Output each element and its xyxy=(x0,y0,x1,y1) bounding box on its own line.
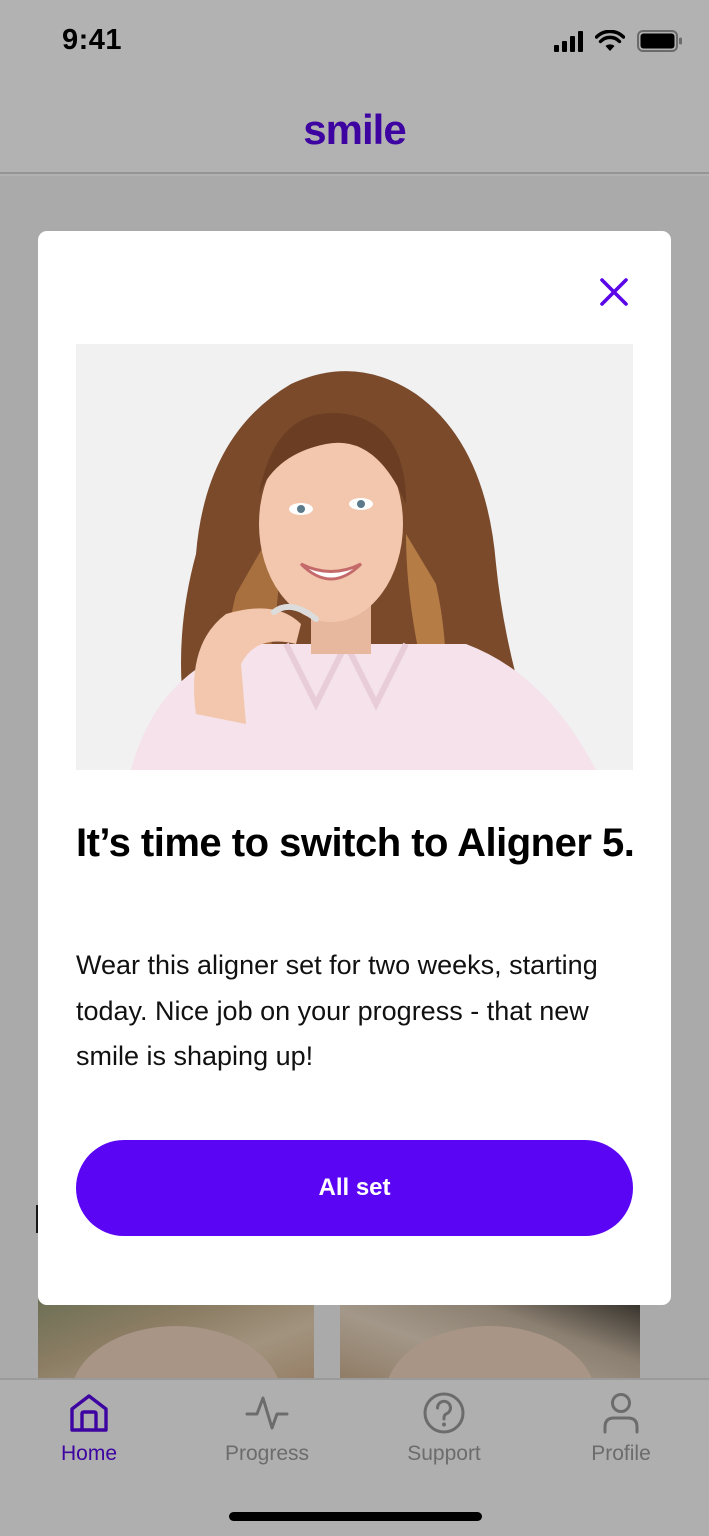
aligner-switch-modal: It’s time to switch to Aligner 5. Wear t… xyxy=(38,231,671,1305)
hero-image xyxy=(76,344,633,770)
modal-body-text: Wear this aligner set for two weeks, sta… xyxy=(76,950,598,1071)
close-button[interactable] xyxy=(595,273,633,311)
modal-title: It’s time to switch to Aligner 5. xyxy=(76,821,635,865)
close-icon xyxy=(600,278,628,306)
all-set-button[interactable]: All set xyxy=(76,1140,633,1236)
